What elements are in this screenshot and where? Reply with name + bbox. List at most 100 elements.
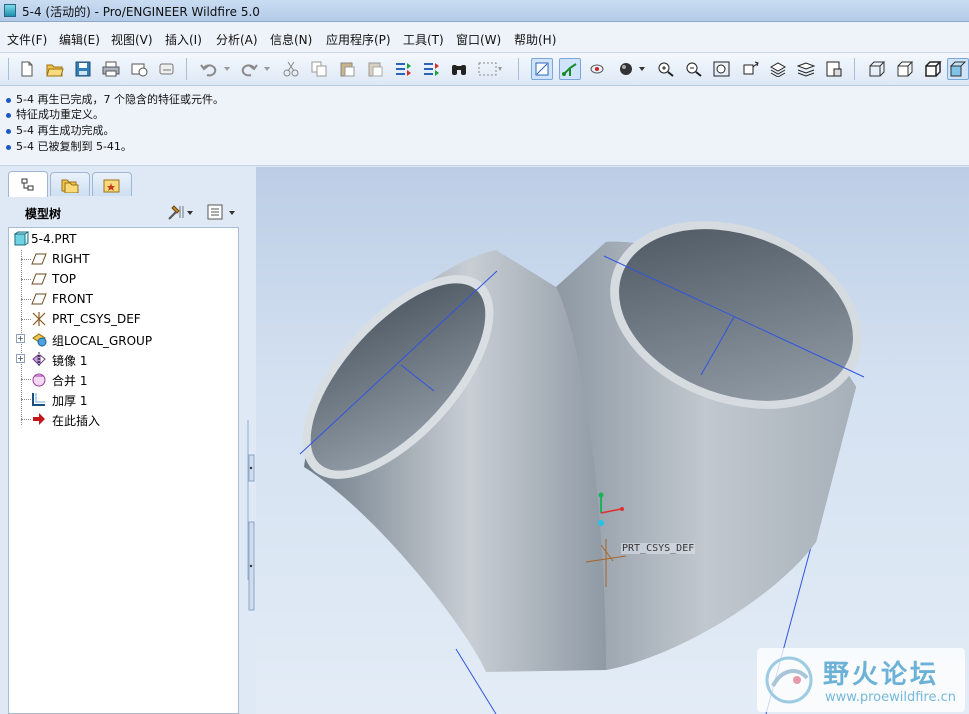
datum-axes-icon[interactable]	[559, 58, 581, 80]
message-bullet-icon	[6, 97, 11, 103]
datum-plane-icon	[31, 251, 47, 267]
paste-icon[interactable]	[336, 58, 358, 80]
toolbar-separator	[186, 58, 187, 80]
cut-icon[interactable]	[280, 58, 302, 80]
new-file-icon[interactable]	[16, 58, 38, 80]
insert-here-arrow-icon	[31, 411, 47, 427]
layers-icon[interactable]	[795, 58, 817, 80]
reorient-icon[interactable]	[739, 58, 761, 80]
message-line: 5-4 再生已完成，7 个隐含的特征或元件。	[6, 91, 224, 107]
send-link-icon[interactable]	[156, 58, 178, 80]
menu-insert[interactable]: 插入(I)	[165, 31, 202, 48]
message-area: 5-4 再生已完成，7 个隐含的特征或元件。 特征成功重定义。 5-4 再生成功…	[0, 86, 969, 166]
zoom-out-icon[interactable]	[683, 58, 705, 80]
main-toolbar	[0, 52, 969, 86]
window-title: 5-4 (活动的) - Pro/ENGINEER Wildfire 5.0	[22, 5, 260, 19]
menu-window[interactable]: 窗口(W)	[456, 31, 501, 48]
model-tree-icon	[21, 178, 34, 190]
tree-item-right[interactable]: RIGHT	[9, 249, 238, 269]
group-icon	[31, 331, 47, 347]
navigator-panel: 模型树 5-4.PRT RIGHT TOP FRONT PRT_CSYS_DEF…	[0, 167, 256, 714]
print-icon[interactable]	[100, 58, 122, 80]
menu-bar: 文件(F) 编辑(E) 视图(V) 插入(I) 分析(A) 信息(N) 应用程序…	[0, 22, 969, 52]
menu-analysis[interactable]: 分析(A)	[216, 31, 258, 48]
display-style-sphere-icon[interactable]	[615, 58, 637, 80]
saved-views-icon[interactable]	[767, 58, 789, 80]
menu-applications[interactable]: 应用程序(P)	[326, 31, 391, 48]
tree-item-thicken[interactable]: 加厚 1	[9, 389, 238, 409]
tree-item-csys[interactable]: PRT_CSYS_DEF	[9, 309, 238, 329]
display-style-dropdown-icon[interactable]	[637, 58, 647, 80]
expand-toggle[interactable]: +	[16, 354, 25, 363]
toolbar-grip	[8, 58, 9, 80]
tree-item-local-group[interactable]: + 组LOCAL_GROUP	[9, 329, 238, 349]
tab-model-tree[interactable]	[8, 171, 48, 197]
menu-info[interactable]: 信息(N)	[270, 31, 312, 48]
datum-display-icon[interactable]	[531, 58, 553, 80]
model-tree-title: 模型树	[25, 207, 62, 221]
menu-tools[interactable]: 工具(T)	[403, 31, 444, 48]
open-folder-icon[interactable]	[44, 58, 66, 80]
redo-icon[interactable]	[238, 58, 260, 80]
wireframe-icon[interactable]	[866, 58, 888, 80]
toolbar-separator	[854, 58, 855, 80]
datum-plane-icon	[31, 271, 47, 287]
model-render	[299, 221, 865, 714]
message-bullet-icon	[6, 144, 11, 150]
watermark-logo-icon	[765, 656, 813, 704]
tree-show-icon[interactable]	[206, 203, 240, 224]
title-bar: 5-4 (活动的) - Pro/ENGINEER Wildfire 5.0	[0, 0, 969, 22]
regeneration-manager-icon[interactable]	[420, 58, 442, 80]
tree-item-top[interactable]: TOP	[9, 269, 238, 289]
forum-watermark: 野火论坛 www.proewildfire.cn	[757, 648, 965, 712]
graphics-window[interactable]: PRT_CSYS_DEF 野火论坛 www.proewildfire.cn	[256, 167, 969, 714]
view-manager-icon[interactable]	[823, 58, 845, 80]
toolbar-separator	[518, 58, 519, 80]
refit-icon[interactable]	[711, 58, 733, 80]
datum-plane-icon	[31, 291, 47, 307]
spin-center-icon[interactable]	[587, 58, 609, 80]
watermark-url: www.proewildfire.cn	[825, 690, 956, 705]
mirror-icon	[31, 351, 47, 367]
redo-dropdown-icon[interactable]	[262, 58, 272, 80]
app-icon	[4, 4, 16, 17]
undo-icon[interactable]	[198, 58, 220, 80]
tab-folder-browser[interactable]	[50, 172, 90, 196]
tree-item-root-part[interactable]: 5-4.PRT	[9, 229, 238, 249]
message-bullet-icon	[6, 112, 11, 118]
shading-icon[interactable]	[947, 58, 969, 80]
menu-view[interactable]: 视图(V)	[111, 31, 153, 48]
zoom-in-icon[interactable]	[655, 58, 677, 80]
hidden-line-icon[interactable]	[894, 58, 916, 80]
no-hidden-icon[interactable]	[922, 58, 944, 80]
navigator-tabs	[0, 167, 256, 197]
menu-file[interactable]: 文件(F)	[7, 31, 47, 48]
expand-toggle[interactable]: +	[16, 334, 25, 343]
tab-favorites[interactable]	[92, 172, 132, 196]
message-bullet-icon	[6, 128, 11, 134]
watermark-title: 野火论坛	[823, 660, 940, 690]
tree-item-insert-here[interactable]: 在此插入	[9, 409, 238, 429]
send-mail-icon[interactable]	[128, 58, 150, 80]
tree-item-merge[interactable]: 合并 1	[9, 369, 238, 389]
folder-browser-icon	[61, 179, 79, 193]
find-binoculars-icon[interactable]	[448, 58, 470, 80]
menu-edit[interactable]: 编辑(E)	[59, 31, 100, 48]
undo-dropdown-icon[interactable]	[222, 58, 232, 80]
copy-icon[interactable]	[308, 58, 330, 80]
tree-settings-icon[interactable]	[166, 203, 194, 224]
csys-label: PRT_CSYS_DEF	[621, 543, 696, 554]
tree-item-front[interactable]: FRONT	[9, 289, 238, 309]
model-tree: 5-4.PRT RIGHT TOP FRONT PRT_CSYS_DEF + 组…	[8, 227, 239, 714]
menu-help[interactable]: 帮助(H)	[514, 31, 556, 48]
paste-special-icon[interactable]	[364, 58, 386, 80]
model-tree-header: 模型树	[0, 197, 246, 227]
panel-splitter[interactable]	[246, 420, 256, 714]
save-icon[interactable]	[72, 58, 94, 80]
selection-box-icon[interactable]	[476, 58, 504, 80]
favorites-icon	[103, 179, 120, 192]
tree-item-mirror[interactable]: + 镜像 1	[9, 349, 238, 369]
message-line: 5-4 再生成功完成。	[6, 122, 114, 138]
regenerate-icon[interactable]	[392, 58, 414, 80]
merge-icon	[31, 371, 47, 387]
